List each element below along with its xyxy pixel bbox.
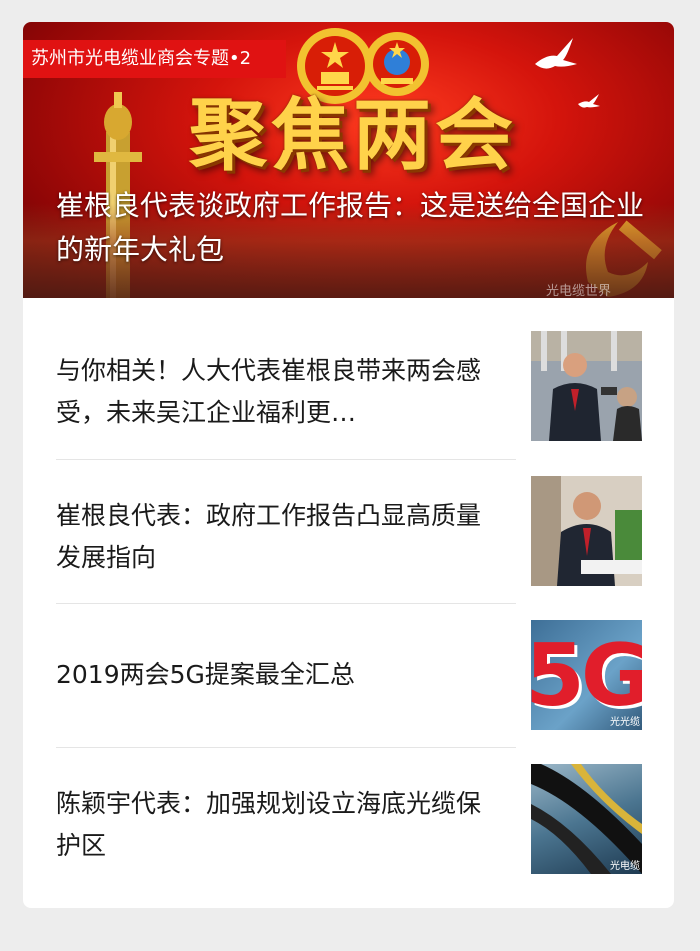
hero-headline[interactable]: 崔根良代表谈政府工作报告：这是送给全国企业的新年大礼包 — [56, 184, 656, 272]
banner-title: 聚焦两会 — [188, 90, 517, 181]
dove-small-icon — [578, 94, 600, 108]
divider — [56, 459, 516, 460]
article-thumbnail[interactable]: 光电缆 — [531, 764, 642, 874]
dove-icon — [535, 38, 577, 69]
article-title[interactable]: 崔根良代表：政府工作报告凸显高质量发展指向 — [56, 495, 501, 579]
article-card: 聚焦两会 苏州市光电缆业商会专题•2 崔根良代表谈政府工作报告：这是送给全国企业… — [23, 22, 674, 908]
divider — [56, 747, 516, 748]
article-title[interactable]: 与你相关！人大代表崔根良带来两会感受，未来吴江企业福利更… — [56, 350, 501, 434]
article-title[interactable]: 2019两会5G提案最全汇总 — [56, 654, 501, 696]
topic-tag: 苏州市光电缆业商会专题•2 — [23, 40, 286, 78]
thumbnail-watermark: 光电缆 — [610, 861, 640, 872]
thumbnail-watermark: 光光缆 — [610, 717, 640, 728]
divider — [56, 603, 516, 604]
article-thumbnail[interactable] — [531, 476, 642, 586]
5g-graphic-label: 5G — [531, 626, 642, 726]
article-thumbnail[interactable] — [531, 331, 642, 441]
hero-banner[interactable]: 聚焦两会 苏州市光电缆业商会专题•2 崔根良代表谈政府工作报告：这是送给全国企业… — [23, 22, 674, 298]
article-title[interactable]: 陈颖宇代表：加强规划设立海底光缆保护区 — [56, 783, 501, 867]
article-thumbnail[interactable]: 5G 光光缆 — [531, 620, 642, 730]
hero-watermark: 光电缆世界 — [546, 284, 612, 298]
